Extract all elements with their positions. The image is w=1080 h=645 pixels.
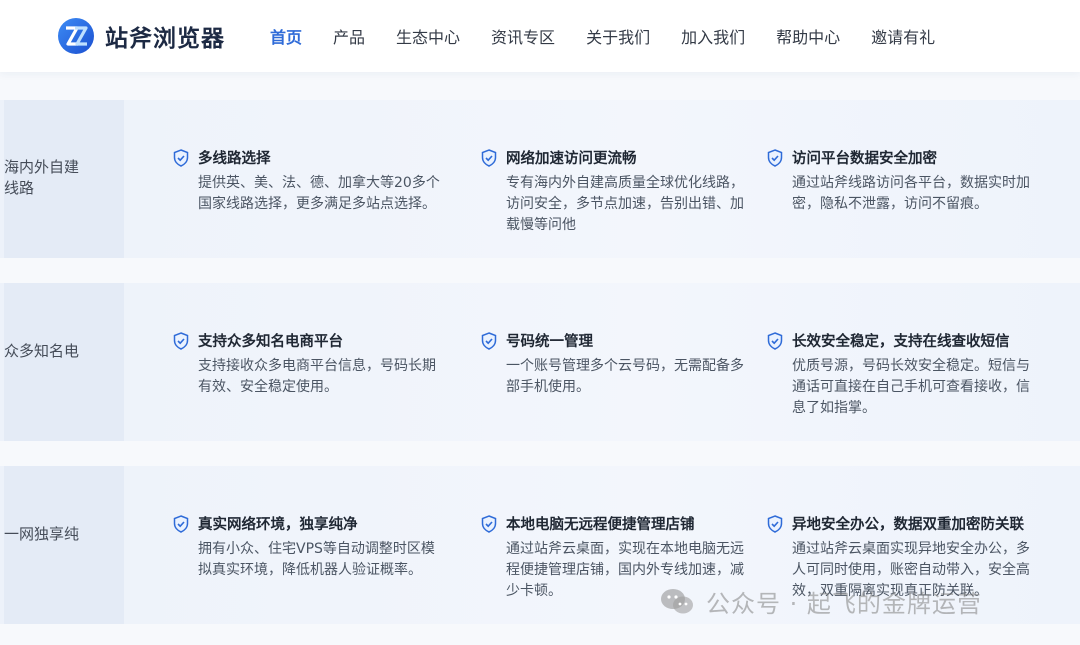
- card-description: 支持接收众多电商平台信息，号码长期有效、安全稳定使用。: [198, 358, 436, 395]
- row-side-panel: 一网独享纯: [4, 466, 124, 624]
- shield-check-icon: [481, 148, 497, 167]
- top-header: 站斧浏览器 首页 产品 生态中心 资讯专区 关于我们 加入我们 帮助中心 邀请有…: [0, 0, 1080, 72]
- shield-check-icon: [173, 148, 189, 167]
- card-description: 优质号源，号码长效安全稳定。短信与通话可直接在自己手机可查看接收，信息了如指掌。: [792, 358, 1030, 416]
- shield-check-icon: [481, 331, 497, 350]
- card-title-wrap: 本地电脑无远程便捷管理店铺: [481, 513, 695, 534]
- card-title-wrap: 异地安全办公，数据双重加密防关联: [767, 513, 1024, 534]
- nav-ecosystem[interactable]: 生态中心: [396, 24, 460, 48]
- nav-about[interactable]: 关于我们: [586, 24, 650, 48]
- card-title-wrap: 支持众多知名电商平台: [173, 330, 343, 351]
- wechat-icon: [661, 588, 693, 613]
- brand-name: 站斧浏览器: [105, 26, 225, 52]
- nav-invite[interactable]: 邀请有礼: [871, 24, 935, 48]
- nav-news[interactable]: 资讯专区: [491, 24, 555, 48]
- card-title: 真实网络环境，独享纯净: [198, 517, 358, 533]
- card-title-wrap: 真实网络环境，独享纯净: [173, 513, 358, 534]
- row-label: 众多知名电: [4, 342, 80, 360]
- card-description: 通过站斧线路访问各平台，数据实时加密，隐私不泄露，访问不留痕。: [792, 175, 1030, 212]
- card-title: 支持众多知名电商平台: [198, 334, 343, 350]
- card-title-wrap: 多线路选择: [173, 147, 271, 168]
- card-title: 本地电脑无远程便捷管理店铺: [506, 517, 695, 533]
- card-title-wrap: 号码统一管理: [481, 330, 593, 351]
- brand-logo[interactable]: 站斧浏览器: [57, 15, 225, 57]
- main-nav: 首页 产品 生态中心 资讯专区 关于我们 加入我们 帮助中心 邀请有礼: [270, 0, 966, 72]
- card-title: 网络加速访问更流畅: [506, 151, 637, 167]
- wechat-watermark: 公众号 · 起飞的金牌运营: [660, 584, 982, 619]
- row-label: 海内外自建: [4, 158, 80, 176]
- shield-check-icon: [767, 148, 783, 167]
- feature-row-routes: 海内外自建 线路 多线路选择 提供英、美、法、德、加拿大等20多个国家线路选择，…: [0, 100, 1080, 258]
- card-description: 一个账号管理多个云号码，无需配备多部手机使用。: [506, 358, 744, 395]
- card-title-wrap: 长效安全稳定，支持在线查收短信: [767, 330, 1010, 351]
- card-title: 访问平台数据安全加密: [792, 151, 937, 167]
- row-side-panel: 海内外自建 线路: [4, 100, 124, 258]
- row-label: 一网独享纯: [4, 525, 80, 543]
- shield-check-icon: [481, 514, 497, 533]
- nav-products[interactable]: 产品: [333, 24, 365, 48]
- card-title: 异地安全办公，数据双重加密防关联: [792, 517, 1024, 533]
- nav-join[interactable]: 加入我们: [681, 24, 745, 48]
- nav-home[interactable]: 首页: [270, 24, 302, 48]
- watermark-text: 公众号 · 起飞的金牌运营: [706, 590, 982, 618]
- card-title: 多线路选择: [198, 151, 271, 167]
- card-title-wrap: 访问平台数据安全加密: [767, 147, 937, 168]
- card-description: 提供英、美、法、德、加拿大等20多个国家线路选择，更多满足多站点选择。: [198, 175, 440, 212]
- shield-check-icon: [767, 331, 783, 350]
- shield-check-icon: [173, 514, 189, 533]
- card-description: 拥有小众、住宅VPS等自动调整时区模拟真实环境，降低机器人验证概率。: [198, 541, 435, 578]
- feature-row-ecommerce: 众多知名电 支持众多知名电商平台 支持接收众多电商平台信息，号码长期有效、安全稳…: [0, 283, 1080, 441]
- row-side-panel: 众多知名电: [4, 283, 124, 441]
- nav-help[interactable]: 帮助中心: [776, 24, 840, 48]
- card-title: 号码统一管理: [506, 334, 593, 350]
- shield-check-icon: [173, 331, 189, 350]
- card-title-wrap: 网络加速访问更流畅: [481, 147, 637, 168]
- row-label: 线路: [4, 179, 35, 197]
- shield-check-icon: [767, 514, 783, 533]
- brand-logo-icon: [58, 18, 94, 54]
- card-title: 长效安全稳定，支持在线查收短信: [792, 334, 1010, 350]
- card-description: 专有海内外自建高质量全球优化线路，访问安全，多节点加速，告别出错、加载慢等问他: [506, 175, 744, 233]
